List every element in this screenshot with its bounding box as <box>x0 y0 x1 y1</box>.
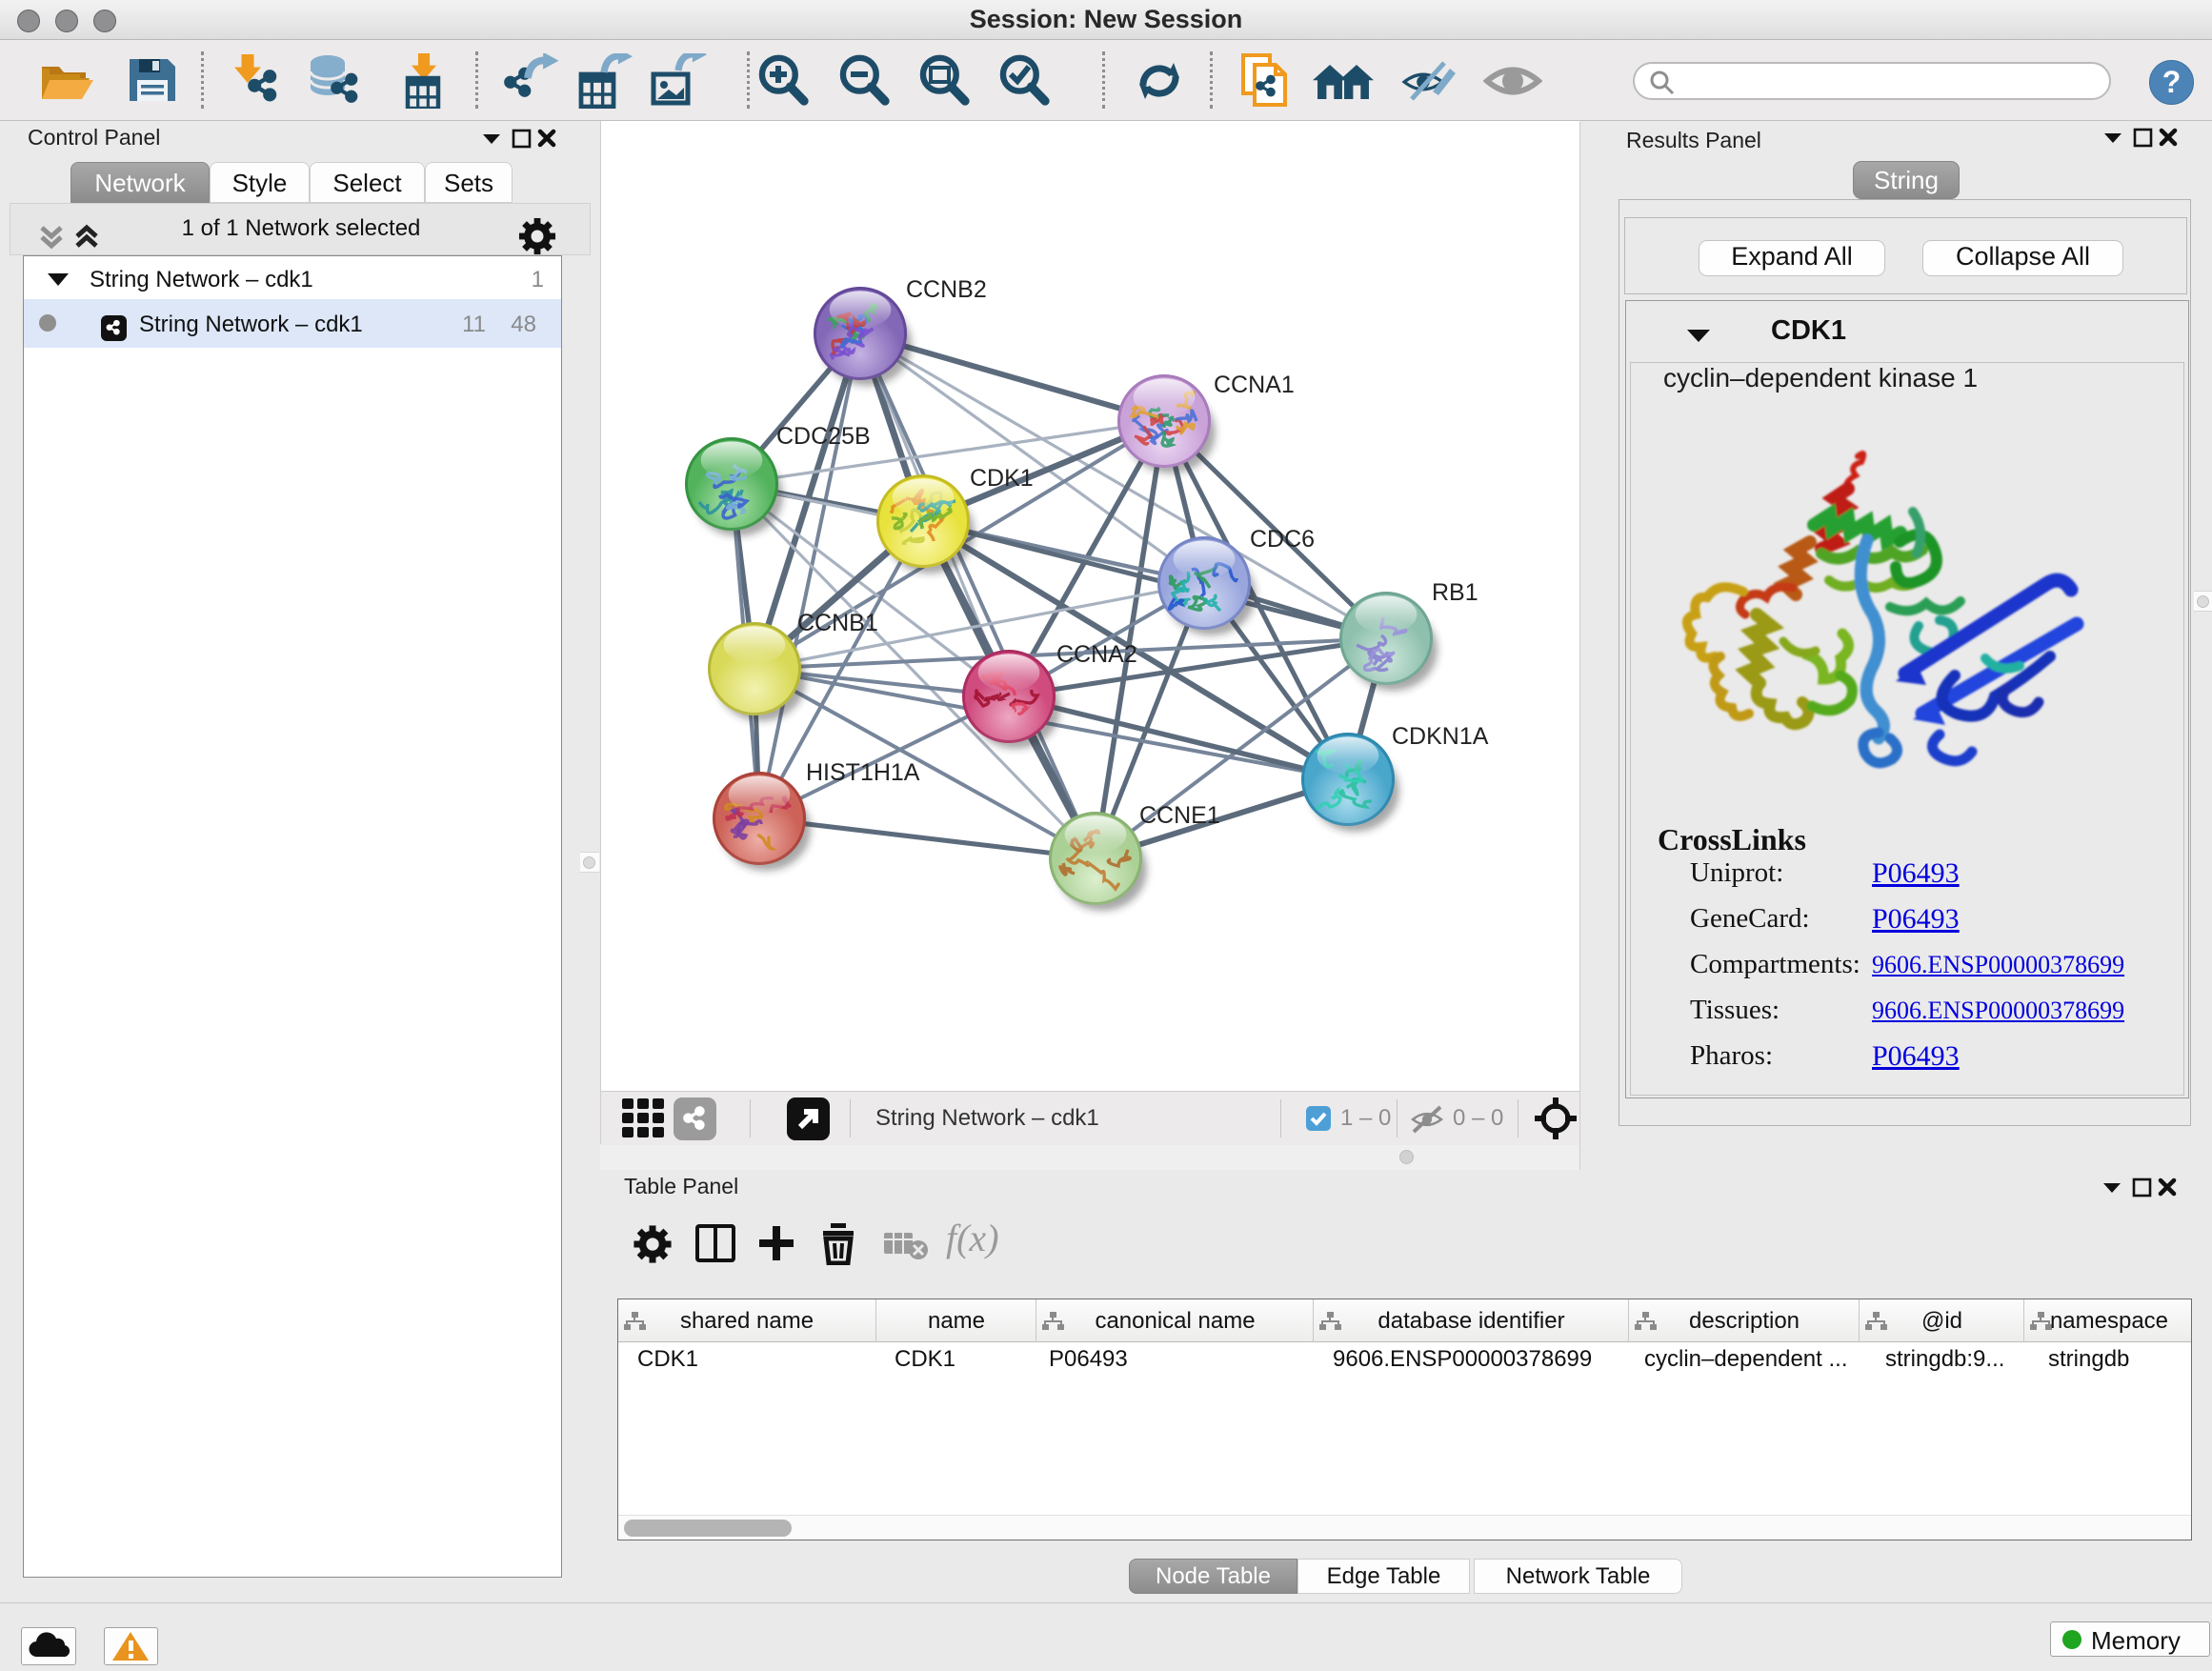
svg-text:RB1: RB1 <box>1432 579 1478 606</box>
svg-text:CCNA1: CCNA1 <box>1214 372 1295 398</box>
svg-text:CDKN1A: CDKN1A <box>1392 723 1489 750</box>
svg-text:CCNB1: CCNB1 <box>797 610 878 636</box>
svg-text:CDC25B: CDC25B <box>776 423 871 450</box>
svg-text:CCNE1: CCNE1 <box>1139 802 1220 829</box>
svg-text:CDK1: CDK1 <box>970 465 1034 492</box>
svg-text:CCNA2: CCNA2 <box>1056 641 1137 668</box>
svg-text:CDC6: CDC6 <box>1250 526 1315 553</box>
svg-text:CCNB2: CCNB2 <box>906 276 987 303</box>
svg-text:HIST1H1A: HIST1H1A <box>806 759 920 786</box>
